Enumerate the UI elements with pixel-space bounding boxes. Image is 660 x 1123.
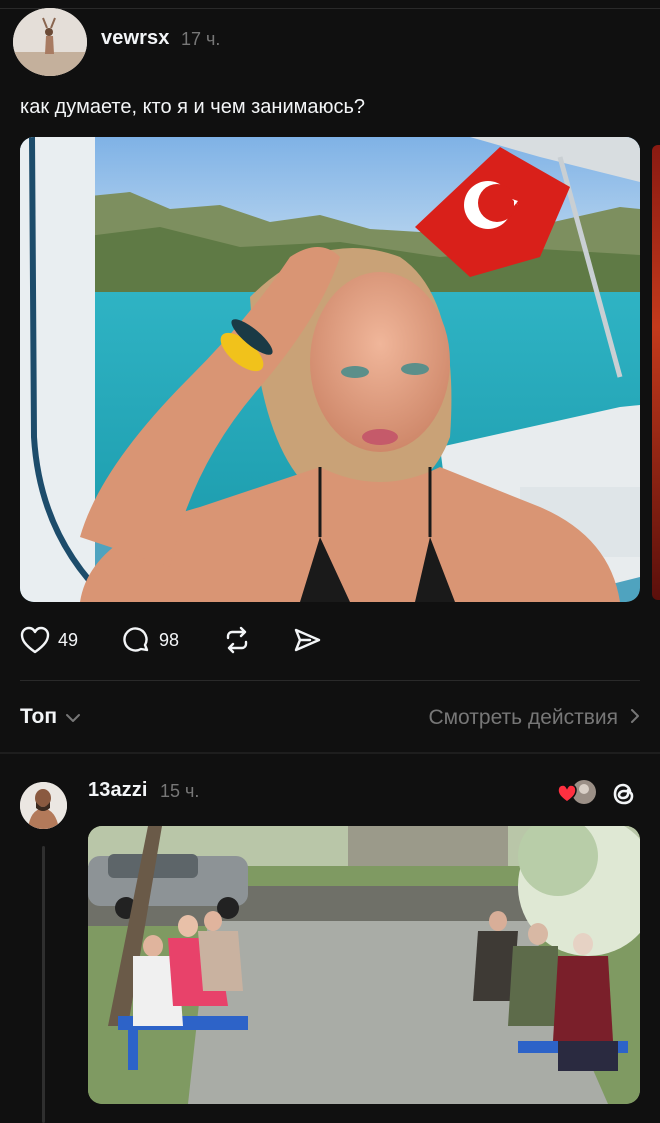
liked-by-avatar[interactable] xyxy=(556,778,600,808)
activity-label: Смотреть действия xyxy=(428,706,618,729)
comment-icon xyxy=(121,625,151,655)
avatar-image xyxy=(13,8,87,76)
post-text: как думаете, кто я и чем занимаюсь? xyxy=(20,96,366,118)
post-photo[interactable] xyxy=(20,137,640,602)
heart-icon xyxy=(20,626,50,654)
share-button[interactable] xyxy=(292,625,322,655)
reply-button[interactable]: 98 xyxy=(121,625,179,655)
top-divider xyxy=(0,8,660,9)
next-photo-peek[interactable] xyxy=(652,145,660,600)
post-photo[interactable] xyxy=(88,826,640,1104)
post-timestamp: 17 ч. xyxy=(181,29,221,49)
avatar[interactable] xyxy=(13,8,87,76)
threads-logo-icon[interactable] xyxy=(608,778,640,810)
thread-line xyxy=(42,846,45,1123)
chevron-down-icon xyxy=(65,705,81,729)
avatar[interactable] xyxy=(20,782,67,829)
post-username[interactable]: 13azzi xyxy=(88,779,148,802)
sort-label: Топ xyxy=(20,705,58,728)
avatar-image xyxy=(20,782,67,829)
repost-button[interactable] xyxy=(222,625,252,655)
like-button[interactable]: 49 xyxy=(20,625,78,655)
reply-count: 98 xyxy=(159,629,180,650)
repost-icon xyxy=(222,625,252,655)
post-photo-image xyxy=(20,137,640,602)
post-username[interactable]: vewrsx xyxy=(101,27,169,50)
like-count: 49 xyxy=(58,629,79,650)
divider xyxy=(20,680,640,681)
chevron-right-icon xyxy=(630,706,640,730)
share-icon xyxy=(292,625,322,655)
view-activity-link[interactable]: Смотреть действия xyxy=(428,706,640,730)
heart-icon xyxy=(557,784,577,803)
post-timestamp: 15 ч. xyxy=(160,781,200,801)
post-photo-image xyxy=(88,826,640,1104)
sort-dropdown[interactable]: Топ xyxy=(20,705,81,729)
section-divider xyxy=(0,752,660,754)
